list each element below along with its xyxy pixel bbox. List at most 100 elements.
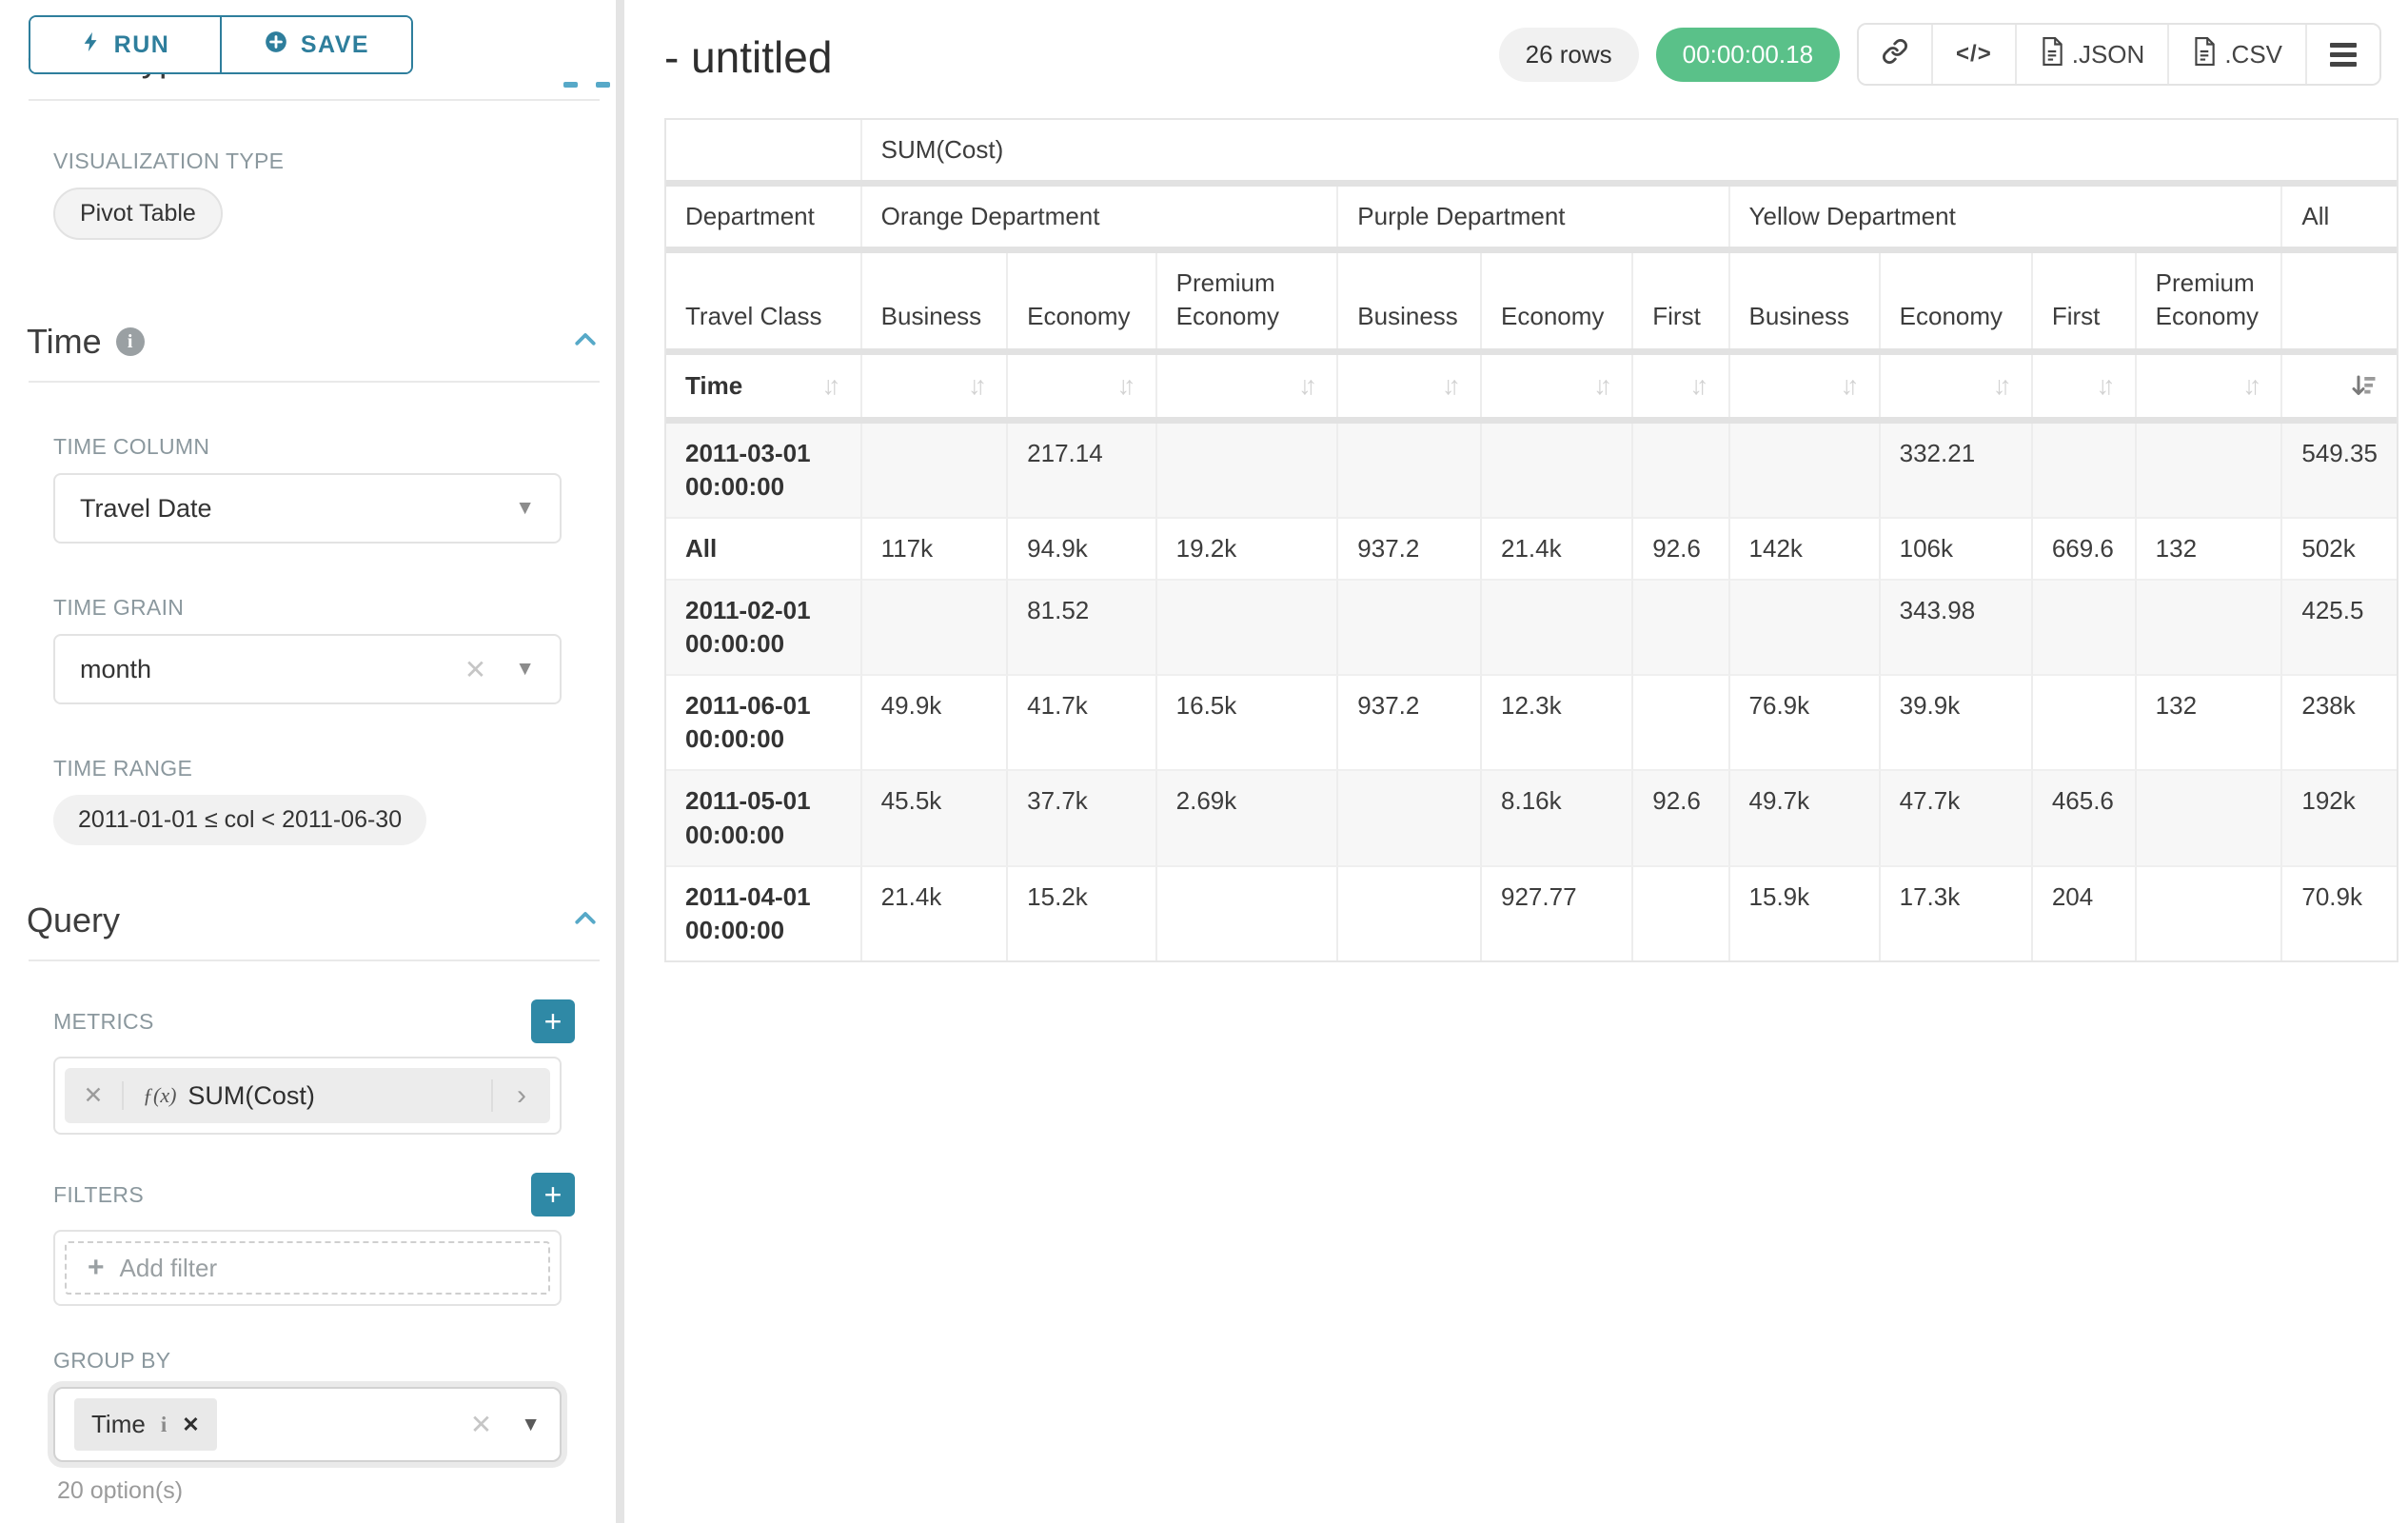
- chevron-up-icon[interactable]: [571, 326, 600, 359]
- column-sort-header[interactable]: ↓↑: [1730, 355, 1881, 416]
- add-metric-button[interactable]: +: [531, 999, 575, 1043]
- pivot-value-cell: 21.4k: [1482, 519, 1633, 581]
- group-by-label: GROUP BY: [53, 1348, 628, 1374]
- sort-icon: ↓↑: [1593, 368, 1612, 403]
- pivot-value-cell: [1730, 424, 1881, 519]
- chevron-right-icon[interactable]: ›: [491, 1079, 550, 1112]
- sort-icon: ↓↑: [1117, 368, 1136, 403]
- pivot-value-cell: 343.98: [1881, 581, 2033, 676]
- export-csv-button[interactable]: .CSV: [2167, 25, 2305, 84]
- divider: [29, 381, 600, 383]
- column-sort-header[interactable]: ↓↑: [2137, 355, 2283, 416]
- travel-class-header: Business: [1338, 253, 1482, 348]
- file-icon: [2192, 37, 2217, 72]
- column-sort-header[interactable]: [2282, 355, 2397, 416]
- query-section-title: Query: [27, 900, 120, 940]
- pivot-value-cell: [2137, 581, 2283, 676]
- filters-label: FILTERS: [53, 1182, 144, 1208]
- pivot-value-cell: [1633, 581, 1729, 676]
- menu-button[interactable]: [2305, 25, 2379, 84]
- visualization-type-label: VISUALIZATION TYPE: [53, 148, 628, 174]
- add-filter-button[interactable]: +: [531, 1173, 575, 1216]
- pivot-value-cell: 45.5k: [862, 771, 1009, 866]
- pivot-value-cell: 8.16k: [1482, 771, 1633, 866]
- pivot-value-cell: [1157, 581, 1339, 676]
- pivot-value-cell: 81.52: [1008, 581, 1156, 676]
- pivot-table: SUM(Cost)DepartmentOrange DepartmentPurp…: [664, 118, 2398, 962]
- column-sort-header[interactable]: ↓↑: [2033, 355, 2137, 416]
- embed-code-button[interactable]: </>: [1931, 25, 2015, 84]
- remove-metric-icon[interactable]: ✕: [65, 1081, 124, 1110]
- pivot-value-cell: 332.21: [1881, 424, 2033, 519]
- column-sort-header[interactable]: ↓↑: [1881, 355, 2033, 416]
- metric-item[interactable]: ✕ ƒ(x) SUM(Cost) ›: [65, 1068, 550, 1123]
- sort-icon: ↓↑: [1298, 368, 1317, 403]
- divider: [29, 99, 600, 101]
- pivot-value-cell: [1482, 424, 1633, 519]
- pivot-value-cell: [2137, 867, 2283, 960]
- pivot-value-cell: [1157, 867, 1339, 960]
- clear-icon[interactable]: ✕: [470, 1409, 492, 1440]
- pivot-row-header: 2011-03-01 00:00:00: [666, 424, 862, 519]
- pivot-value-cell: 21.4k: [862, 867, 1009, 960]
- time-column-value: Travel Date: [80, 494, 212, 524]
- visualization-type-value[interactable]: Pivot Table: [53, 188, 223, 240]
- column-sort-header[interactable]: ↓↑: [1157, 355, 1339, 416]
- sort-icon: ↓↑: [968, 368, 987, 403]
- column-sort-header[interactable]: ↓↑: [1338, 355, 1482, 416]
- caret-down-icon: ▼: [521, 1414, 541, 1436]
- sort-icon: ↓↑: [2242, 368, 2261, 403]
- chart-title[interactable]: - untitled: [664, 31, 832, 83]
- time-grain-select[interactable]: month ✕ ▼: [53, 634, 562, 704]
- pivot-value-cell: 204: [2033, 867, 2137, 960]
- sort-icon: ↓↑: [1690, 368, 1709, 403]
- pivot-value-cell: 192k: [2282, 771, 2397, 866]
- pivot-value-cell: [2033, 581, 2137, 676]
- query-section-header[interactable]: Query: [27, 900, 600, 940]
- group-by-tag[interactable]: Time i ✕: [74, 1398, 217, 1451]
- pivot-value-cell: 19.2k: [1157, 519, 1339, 581]
- pivot-value-cell: 142k: [1730, 519, 1881, 581]
- time-range-label: TIME RANGE: [53, 756, 628, 781]
- sort-icon: ↓↑: [822, 368, 841, 403]
- row-count-badge: 26 rows: [1499, 28, 1639, 82]
- time-sort-header[interactable]: Time↓↑: [666, 355, 862, 416]
- clear-icon[interactable]: ✕: [464, 654, 486, 685]
- pivot-value-cell: 49.9k: [862, 676, 1009, 771]
- pivot-value-cell: 217.14: [1008, 424, 1156, 519]
- pivot-row-header: 2011-06-01 00:00:00: [666, 676, 862, 771]
- run-button[interactable]: RUN: [30, 17, 220, 72]
- sidebar-scrollbar[interactable]: [616, 0, 624, 1523]
- pivot-value-cell: [1338, 424, 1482, 519]
- pivot-value-cell: 117k: [862, 519, 1009, 581]
- time-column-select[interactable]: Travel Date ▼: [53, 473, 562, 544]
- column-sort-header[interactable]: ↓↑: [1482, 355, 1633, 416]
- add-filter-dropzone[interactable]: + Add filter: [65, 1241, 550, 1295]
- chart-panel: - untitled 26 rows 00:00:00.18 </>: [628, 0, 2408, 1523]
- save-button[interactable]: SAVE: [220, 17, 411, 72]
- group-by-select[interactable]: Time i ✕ ✕ ▼: [53, 1387, 562, 1462]
- pivot-value-cell: [1633, 424, 1729, 519]
- column-sort-header[interactable]: ↓↑: [1008, 355, 1156, 416]
- travel-class-axis-label: Travel Class: [666, 253, 862, 348]
- pivot-row-header: 2011-04-01 00:00:00: [666, 867, 862, 960]
- time-section-header[interactable]: Time i: [27, 322, 600, 362]
- travel-class-header: Economy: [1482, 253, 1633, 348]
- pivot-value-cell: 132: [2137, 676, 2283, 771]
- travel-class-header: First: [2033, 253, 2137, 348]
- metric-header-cell: SUM(Cost): [862, 120, 2397, 180]
- travel-class-header: Economy: [1881, 253, 2033, 348]
- pivot-value-cell: [862, 581, 1009, 676]
- pivot-value-cell: 16.5k: [1157, 676, 1339, 771]
- column-sort-header[interactable]: ↓↑: [862, 355, 1009, 416]
- column-sort-header[interactable]: ↓↑: [1633, 355, 1729, 416]
- time-range-value[interactable]: 2011-01-01 ≤ col < 2011-06-30: [53, 795, 426, 845]
- pivot-value-cell: 425.5: [2282, 581, 2397, 676]
- pivot-value-cell: 70.9k: [2282, 867, 2397, 960]
- share-link-button[interactable]: [1859, 25, 1931, 84]
- chevron-up-icon[interactable]: [571, 904, 600, 938]
- export-json-button[interactable]: .JSON: [2015, 25, 2168, 84]
- pivot-row-header: All: [666, 519, 862, 581]
- pivot-value-cell: 94.9k: [1008, 519, 1156, 581]
- remove-tag-icon[interactable]: ✕: [182, 1413, 199, 1437]
